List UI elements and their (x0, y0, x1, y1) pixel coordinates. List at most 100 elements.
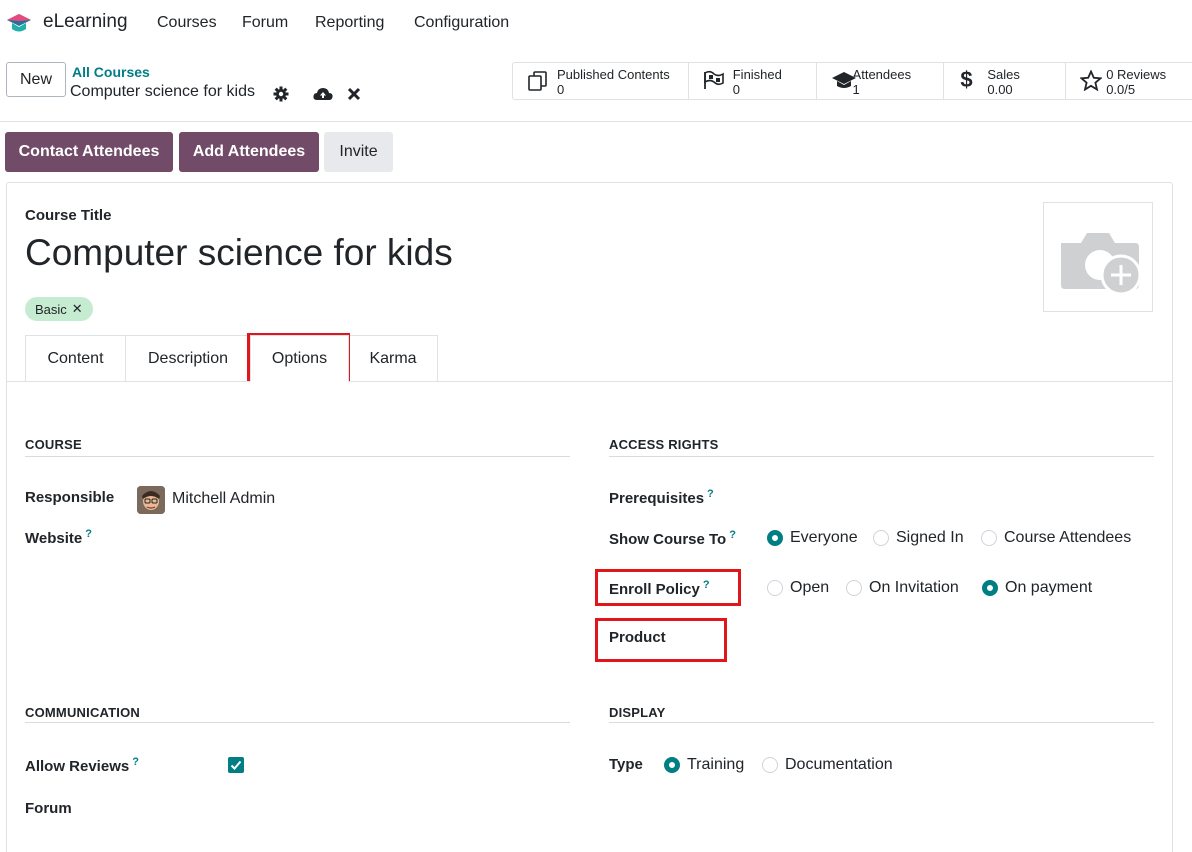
group-divider (609, 722, 1154, 723)
stat-label: Sales (987, 67, 1020, 82)
radio-open[interactable]: Open (767, 579, 829, 597)
contact-attendees-button[interactable]: Contact Attendees (5, 132, 173, 172)
radio-documentation[interactable]: Documentation (762, 756, 893, 774)
help-icon[interactable]: ? (85, 528, 92, 540)
breadcrumb-all-courses[interactable]: All Courses (72, 64, 150, 80)
group-title-communication: COMMUNICATION (25, 705, 141, 720)
radio-label: On Invitation (869, 579, 959, 596)
stat-value: 1 (852, 82, 860, 97)
stat-value: 0.00 (987, 82, 1013, 97)
tab-label: Content (47, 349, 104, 367)
radio-dot (767, 530, 783, 546)
course-tag[interactable]: Basic ✕ (25, 297, 93, 321)
radio-dot (664, 757, 680, 773)
group-divider (25, 456, 570, 457)
stat-sales[interactable]: $ Sales 0.00 (944, 63, 1067, 99)
cloud-upload-icon[interactable] (313, 86, 333, 102)
help-icon[interactable]: ? (132, 756, 139, 768)
star-icon (1080, 70, 1103, 91)
course-image-upload[interactable] (1043, 202, 1153, 312)
prerequisites-label: Prerequisites? (609, 488, 714, 507)
tag-label: Basic (35, 301, 67, 317)
stat-label: Published Contents (557, 67, 670, 82)
responsible-value[interactable]: Mitchell Admin (172, 490, 275, 508)
responsible-label: Responsible (25, 489, 115, 506)
new-button[interactable]: New (6, 62, 66, 97)
gear-icon[interactable] (273, 86, 289, 102)
group-divider (25, 722, 570, 723)
graduation-cap-icon[interactable] (6, 12, 32, 34)
help-icon[interactable]: ? (703, 579, 710, 591)
menu-courses[interactable]: Courses (157, 14, 217, 32)
dollar-icon: $ (960, 67, 973, 92)
course-title-label: Course Title (25, 207, 112, 224)
group-title-course: COURSE (25, 437, 82, 452)
radio-dot (762, 757, 778, 773)
tab-karma[interactable]: Karma (348, 335, 438, 382)
add-attendees-button[interactable]: Add Attendees (179, 132, 319, 172)
breadcrumb-current: Computer science for kids (70, 83, 255, 100)
group-title-access-rights: ACCESS RIGHTS (609, 437, 719, 452)
invite-button[interactable]: Invite (324, 132, 393, 172)
camera-add-icon (1061, 233, 1142, 296)
website-label-text: Website (25, 530, 83, 547)
tab-label: Description (147, 349, 229, 367)
stat-label: Attendees (852, 67, 912, 82)
radio-everyone[interactable]: Everyone (767, 529, 858, 547)
prerequisites-label-text: Prerequisites (609, 490, 705, 507)
group-divider (609, 456, 1154, 457)
flag-checkered-icon (703, 70, 724, 89)
smart-buttons: Published Contents 0 Finished 0 Attendee… (512, 62, 1192, 100)
radio-dot (873, 530, 889, 546)
radio-on-payment[interactable]: On payment (982, 579, 1092, 597)
menu-configuration[interactable]: Configuration (414, 14, 509, 32)
website-label: Website? (25, 528, 92, 547)
stat-value: 0 (557, 82, 565, 97)
stat-value: 0.0/5 (1106, 82, 1136, 97)
show-course-label: Show Course To? (609, 529, 736, 548)
app-name[interactable]: eLearning (43, 11, 128, 33)
tab-content[interactable]: Content (25, 335, 126, 382)
form-sheet (6, 182, 1173, 852)
stat-published-contents[interactable]: Published Contents 0 (513, 63, 689, 99)
radio-training[interactable]: Training (664, 756, 744, 774)
top-navbar: eLearning Courses Forum Reporting Config… (0, 0, 1192, 46)
avatar (137, 486, 165, 514)
check-icon (230, 760, 242, 770)
menu-forum[interactable]: Forum (242, 14, 288, 32)
radio-course-attendees[interactable]: Course Attendees (981, 529, 1131, 547)
menu-reporting[interactable]: Reporting (315, 14, 384, 32)
product-label: Product (609, 629, 666, 646)
radio-signed-in[interactable]: Signed In (873, 529, 964, 547)
radio-on-invitation[interactable]: On Invitation (846, 579, 959, 597)
stat-label: Finished (732, 67, 782, 82)
help-icon[interactable]: ? (729, 529, 736, 541)
radio-label: Open (790, 579, 830, 596)
radio-dot (981, 530, 997, 546)
radio-label: Training (687, 756, 745, 773)
allow-reviews-label: Allow Reviews? (25, 756, 139, 775)
radio-dot (982, 580, 998, 596)
allow-reviews-checkbox[interactable] (228, 757, 244, 773)
type-label: Type (609, 756, 643, 773)
radio-label: Course Attendees (1004, 529, 1132, 546)
radio-label: Everyone (790, 529, 858, 546)
radio-label: Documentation (785, 756, 893, 773)
copy-icon (528, 71, 547, 91)
tab-label: Options (271, 349, 328, 367)
course-title-input[interactable]: Computer science for kids (25, 232, 453, 274)
radio-dot (767, 580, 783, 596)
close-icon[interactable] (347, 86, 361, 102)
tag-remove-icon[interactable]: ✕ (72, 301, 83, 317)
stat-attendees[interactable]: Attendees 1 (817, 63, 945, 99)
stat-reviews[interactable]: 0 Reviews 0.0/5 (1066, 63, 1192, 99)
radio-label: Signed In (896, 529, 964, 546)
tab-description[interactable]: Description (125, 335, 251, 382)
radio-dot (846, 580, 862, 596)
stat-finished[interactable]: Finished 0 (689, 63, 817, 99)
control-panel: New All Courses Computer science for kid… (0, 46, 1192, 122)
enroll-policy-label-text: Enroll Policy (609, 581, 700, 598)
help-icon[interactable]: ? (707, 488, 714, 500)
radio-label: On payment (1005, 579, 1093, 596)
tab-options[interactable]: Options (250, 335, 349, 382)
